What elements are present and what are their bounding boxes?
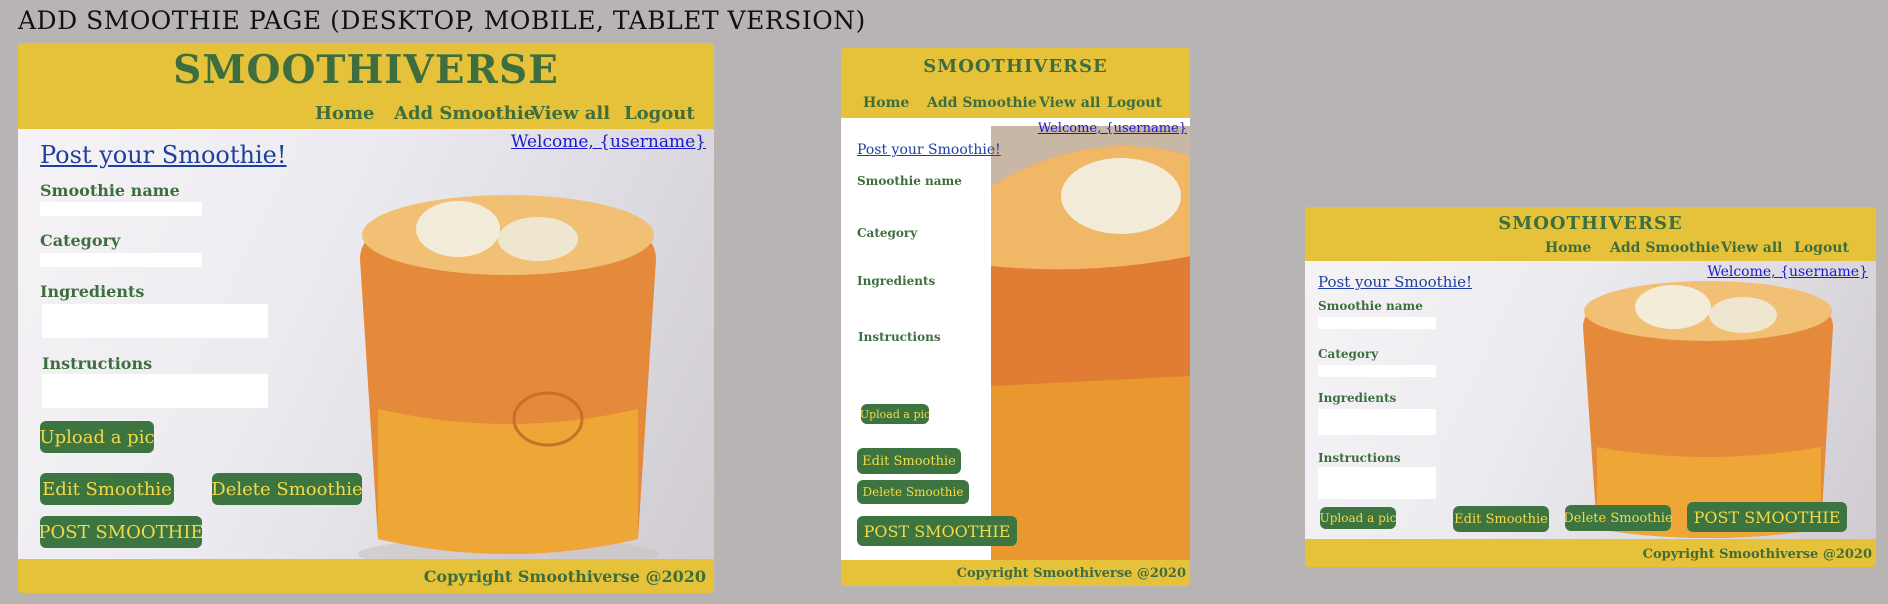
footer: Copyright Smoothiverse @2020 xyxy=(1305,539,1876,567)
ingredients-input[interactable] xyxy=(857,296,973,320)
nav-view-all[interactable]: View all xyxy=(531,103,610,124)
label-smoothie-name: Smoothie name xyxy=(1318,299,1423,313)
label-ingredients: Ingredients xyxy=(1318,391,1397,405)
ingredients-input[interactable] xyxy=(42,304,268,338)
label-instructions: Instructions xyxy=(858,330,941,344)
brand-logo: SMOOTHIVERSE xyxy=(1498,213,1683,234)
welcome-link[interactable]: Welcome, {username} xyxy=(1038,121,1187,136)
content-area: Welcome, {username} Post your Smoothie! … xyxy=(841,118,1190,560)
form-title: Post your Smoothie! xyxy=(1318,273,1473,291)
nav-logout[interactable]: Logout xyxy=(624,103,695,124)
nav-home[interactable]: Home xyxy=(315,103,375,124)
smoothie-photo xyxy=(1583,281,1833,538)
smoothie-photo xyxy=(991,126,1190,560)
welcome-link[interactable]: Welcome, {username} xyxy=(1707,264,1868,280)
welcome-link[interactable]: Welcome, {username} xyxy=(511,132,706,152)
nav-logout[interactable]: Logout xyxy=(1107,95,1162,111)
brand-logo: SMOOTHIVERSE xyxy=(173,47,559,93)
instructions-input[interactable] xyxy=(42,374,268,408)
instructions-input[interactable] xyxy=(1318,467,1436,499)
label-category: Category xyxy=(857,226,918,240)
category-input[interactable] xyxy=(1318,365,1436,377)
content-area: Welcome, {username} Post your Smoothie! … xyxy=(1305,261,1876,539)
edit-smoothie-button[interactable]: Edit Smoothie xyxy=(857,448,961,474)
brand-logo: SMOOTHIVERSE xyxy=(923,56,1108,77)
label-smoothie-name: Smoothie name xyxy=(857,174,962,188)
post-smoothie-button[interactable]: POST SMOOTHIE xyxy=(857,516,1017,546)
upload-pic-button[interactable]: Upload a pic xyxy=(1320,507,1396,529)
delete-smoothie-button[interactable]: Delete Smoothie xyxy=(1563,505,1673,531)
footer: Copyright Smoothiverse @2020 xyxy=(18,559,714,593)
header: SMOOTHIVERSE Home Add Smoothie View all … xyxy=(18,43,714,129)
smoothie-name-input[interactable] xyxy=(40,202,202,216)
label-instructions: Instructions xyxy=(42,354,153,373)
nav-home[interactable]: Home xyxy=(1545,240,1591,256)
instructions-input[interactable] xyxy=(858,354,974,388)
smoothie-name-input[interactable] xyxy=(1318,317,1436,329)
smoothie-photo xyxy=(358,195,658,559)
nav-view-all[interactable]: View all xyxy=(1039,95,1100,111)
label-ingredients: Ingredients xyxy=(40,282,145,301)
smoothie-name-input[interactable] xyxy=(857,192,973,204)
delete-smoothie-button[interactable]: Delete Smoothie xyxy=(211,473,363,505)
label-ingredients: Ingredients xyxy=(857,274,936,288)
page-title: ADD SMOOTHIE PAGE (DESKTOP, MOBILE, TABL… xyxy=(18,6,866,35)
delete-smoothie-button[interactable]: Delete Smoothie xyxy=(857,480,969,504)
header: SMOOTHIVERSE Home Add Smoothie View all … xyxy=(1305,207,1876,261)
form-title: Post your Smoothie! xyxy=(40,141,287,169)
edit-smoothie-button[interactable]: Edit Smoothie xyxy=(1453,506,1549,532)
category-input[interactable] xyxy=(857,244,973,256)
header: SMOOTHIVERSE Home Add Smoothie View all … xyxy=(841,48,1190,118)
nav-view-all[interactable]: View all xyxy=(1721,240,1782,256)
mobile-frame: SMOOTHIVERSE Home Add Smoothie View all … xyxy=(841,48,1190,586)
label-category: Category xyxy=(40,231,121,250)
nav-logout[interactable]: Logout xyxy=(1794,240,1849,256)
content-area: Welcome, {username} Post your Smoothie! … xyxy=(18,129,714,559)
nav-add-smoothie[interactable]: Add Smoothie xyxy=(394,103,535,124)
edit-smoothie-button[interactable]: Edit Smoothie xyxy=(40,473,174,505)
desktop-frame: SMOOTHIVERSE Home Add Smoothie View all … xyxy=(18,43,714,593)
label-category: Category xyxy=(1318,347,1379,361)
form-title: Post your Smoothie! xyxy=(857,142,1001,158)
upload-pic-button[interactable]: Upload a pic xyxy=(860,404,930,424)
nav-add-smoothie[interactable]: Add Smoothie xyxy=(927,95,1037,111)
post-smoothie-button[interactable]: POST SMOOTHIE xyxy=(1687,502,1847,532)
label-smoothie-name: Smoothie name xyxy=(40,181,180,200)
label-instructions: Instructions xyxy=(1318,451,1401,465)
ingredients-input[interactable] xyxy=(1318,409,1436,435)
tablet-frame: SMOOTHIVERSE Home Add Smoothie View all … xyxy=(1305,207,1876,567)
post-smoothie-button[interactable]: POST SMOOTHIE xyxy=(38,516,204,548)
copyright-text: Copyright Smoothiverse @2020 xyxy=(1642,547,1872,562)
category-input[interactable] xyxy=(40,253,202,267)
nav-add-smoothie[interactable]: Add Smoothie xyxy=(1610,240,1720,256)
nav-home[interactable]: Home xyxy=(863,95,909,111)
copyright-text: Copyright Smoothiverse @2020 xyxy=(423,567,706,586)
upload-pic-button[interactable]: Upload a pic xyxy=(39,421,155,453)
copyright-text: Copyright Smoothiverse @2020 xyxy=(956,566,1186,581)
footer: Copyright Smoothiverse @2020 xyxy=(841,560,1190,586)
